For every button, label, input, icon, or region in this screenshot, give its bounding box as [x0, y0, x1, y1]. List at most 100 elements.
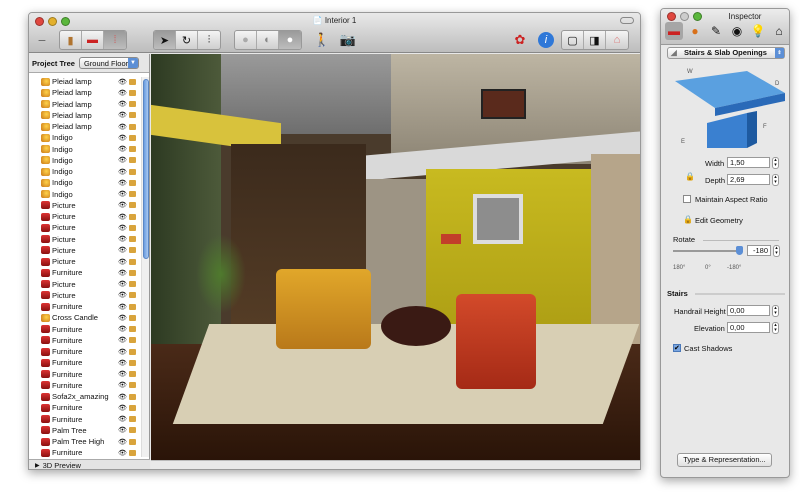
visibility-eye-icon[interactable]: 👁: [118, 404, 127, 412]
lock-icon[interactable]: [129, 337, 136, 344]
library-button[interactable]: ▮: [60, 31, 82, 49]
lock-icon[interactable]: [129, 292, 136, 299]
lock-icon[interactable]: [129, 314, 136, 321]
maintain-aspect-checkbox[interactable]: [683, 195, 691, 203]
tree-item[interactable]: Picture 👁: [29, 200, 142, 211]
visibility-eye-icon[interactable]: 👁: [118, 201, 127, 209]
visibility-eye-icon[interactable]: 👁: [118, 415, 127, 423]
tree-item[interactable]: Cross Candle 👁: [29, 312, 142, 323]
lock-icon[interactable]: [129, 236, 136, 243]
tree-item[interactable]: Furniture 👁: [29, 324, 142, 335]
render-button[interactable]: ✿: [509, 30, 531, 50]
inspector-minimize-button[interactable]: [680, 12, 689, 21]
visibility-eye-icon[interactable]: 👁: [118, 78, 127, 86]
tree-item[interactable]: Furniture 👁: [29, 335, 142, 346]
width-field[interactable]: 1,50: [727, 157, 770, 168]
lock-icon[interactable]: [129, 269, 136, 276]
visibility-eye-icon[interactable]: 👁: [118, 235, 127, 243]
view-mode-3-button[interactable]: ●: [279, 31, 301, 49]
visibility-eye-icon[interactable]: 👁: [118, 291, 127, 299]
view-mode-1-button[interactable]: ●: [235, 31, 257, 49]
tree-item[interactable]: Indigo 👁: [29, 166, 142, 177]
lock-icon[interactable]: [129, 213, 136, 220]
tree-item[interactable]: Palm Tree High 👁: [29, 436, 142, 447]
tree-item[interactable]: Indigo 👁: [29, 177, 142, 188]
visibility-eye-icon[interactable]: 👁: [118, 100, 127, 108]
aspect-lock-icon[interactable]: 🔒: [685, 172, 695, 181]
tab-camera[interactable]: ◉: [728, 22, 746, 40]
tree-item[interactable]: Palm Tree 👁: [29, 425, 142, 436]
visibility-eye-icon[interactable]: 👁: [118, 348, 127, 356]
tree-item[interactable]: Indigo 👁: [29, 144, 142, 155]
visibility-eye-icon[interactable]: 👁: [118, 246, 127, 254]
visibility-eye-icon[interactable]: 👁: [118, 303, 127, 311]
type-representation-button[interactable]: Type & Representation...: [677, 453, 772, 467]
lock-icon[interactable]: [129, 416, 136, 423]
visibility-eye-icon[interactable]: 👁: [118, 258, 127, 266]
tree-item[interactable]: Picture 👁: [29, 234, 142, 245]
lock-icon[interactable]: [129, 303, 136, 310]
rotate-stepper[interactable]: ▴ ▾: [773, 245, 780, 257]
lock-icon[interactable]: [129, 202, 136, 209]
split-view-button[interactable]: ◨: [584, 31, 606, 49]
visibility-eye-icon[interactable]: 👁: [118, 134, 127, 142]
lock-icon[interactable]: [129, 146, 136, 153]
lock-icon[interactable]: [129, 247, 136, 254]
visibility-eye-icon[interactable]: 👁: [118, 280, 127, 288]
visibility-eye-icon[interactable]: 👁: [118, 336, 127, 344]
tree-item[interactable]: Picture 👁: [29, 290, 142, 301]
layers-button[interactable]: ⁞: [104, 31, 126, 49]
lock-icon[interactable]: [129, 134, 136, 141]
visibility-eye-icon[interactable]: 👁: [118, 190, 127, 198]
lock-icon[interactable]: [129, 123, 136, 130]
rotate-tool-button[interactable]: ↻: [176, 31, 198, 49]
tree-item[interactable]: Pleiad lamp 👁: [29, 76, 142, 87]
handrail-stepper[interactable]: ▴ ▾: [772, 305, 779, 317]
width-stepper[interactable]: ▴ ▾: [772, 157, 779, 169]
visibility-eye-icon[interactable]: 👁: [118, 123, 127, 131]
lock-icon[interactable]: [129, 157, 136, 164]
tree-item[interactable]: Furniture 👁: [29, 267, 142, 278]
visibility-eye-icon[interactable]: 👁: [118, 111, 127, 119]
visibility-eye-icon[interactable]: 👁: [118, 325, 127, 333]
elevation-stepper[interactable]: ▴ ▾: [772, 322, 779, 334]
tree-item[interactable]: Furniture 👁: [29, 380, 142, 391]
cast-shadows-checkbox[interactable]: ✔: [673, 344, 681, 352]
tree-item[interactable]: Sofa2x_amazing 👁: [29, 391, 142, 402]
tab-house[interactable]: ⌂: [770, 22, 788, 40]
lock-icon[interactable]: [129, 326, 136, 333]
handrail-height-field[interactable]: 0,00: [727, 305, 770, 316]
tree-item[interactable]: Picture 👁: [29, 211, 142, 222]
visibility-eye-icon[interactable]: 👁: [118, 168, 127, 176]
depth-field[interactable]: 2,69: [727, 174, 770, 185]
visibility-eye-icon[interactable]: 👁: [118, 438, 127, 446]
furniture-button[interactable]: ▬: [82, 31, 104, 49]
3d-viewport[interactable]: [151, 54, 640, 460]
lock-icon[interactable]: [129, 281, 136, 288]
lock-icon[interactable]: [129, 112, 136, 119]
visibility-eye-icon[interactable]: 👁: [118, 156, 127, 164]
lock-icon[interactable]: [129, 359, 136, 366]
walk-button[interactable]: 🚶: [311, 30, 333, 50]
info-button[interactable]: i: [535, 30, 557, 50]
tree-item[interactable]: Picture 👁: [29, 245, 142, 256]
rotate-slider[interactable]: [673, 250, 743, 252]
visibility-eye-icon[interactable]: 👁: [118, 449, 127, 457]
lock-icon[interactable]: [129, 404, 136, 411]
tree-item[interactable]: Furniture 👁: [29, 447, 142, 457]
visibility-eye-icon[interactable]: 👁: [118, 145, 127, 153]
tree-item[interactable]: Pleiad lamp 👁: [29, 99, 142, 110]
lock-icon[interactable]: [129, 258, 136, 265]
tree-item[interactable]: Indigo 👁: [29, 132, 142, 143]
visibility-eye-icon[interactable]: 👁: [118, 381, 127, 389]
tree-item[interactable]: Picture 👁: [29, 222, 142, 233]
lock-icon[interactable]: [129, 191, 136, 198]
tree-scrollbar[interactable]: [141, 77, 149, 457]
tree-item[interactable]: Pleiad lamp 👁: [29, 121, 142, 132]
tree-item[interactable]: Picture 👁: [29, 256, 142, 267]
lock-icon[interactable]: [129, 449, 136, 456]
lock-icon[interactable]: [129, 101, 136, 108]
tree-item[interactable]: Pleiad lamp 👁: [29, 110, 142, 121]
lock-icon[interactable]: [129, 427, 136, 434]
tree-item[interactable]: Indigo 👁: [29, 189, 142, 200]
